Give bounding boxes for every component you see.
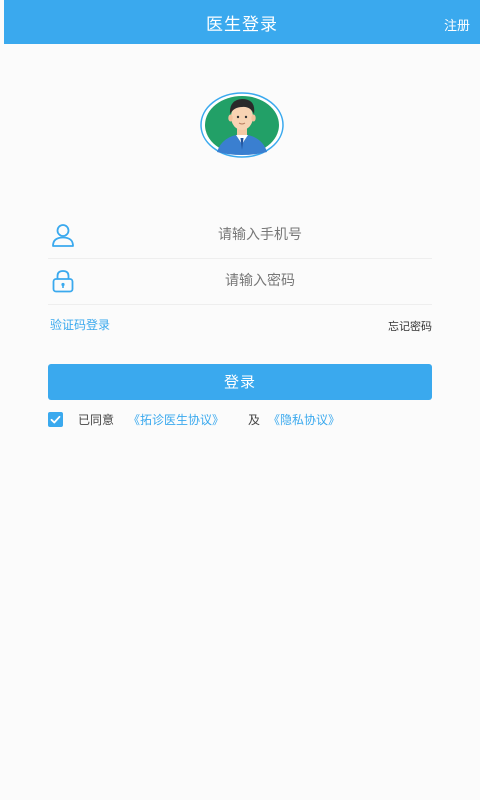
phone-input[interactable] bbox=[88, 222, 432, 248]
doctor-avatar-icon bbox=[200, 92, 284, 158]
password-input[interactable] bbox=[88, 268, 432, 294]
register-link[interactable]: 注册 bbox=[444, 15, 470, 34]
login-page: 医生登录 注册 请输入手机号 验证码登录 忘记密码 登录 已同意 《拓诊医生协议… bbox=[0, 0, 480, 800]
doctor-agreement-link[interactable]: 《拓诊医生协议》 bbox=[128, 411, 224, 428]
agree-and-text: 及 bbox=[248, 413, 261, 427]
agree-checkbox[interactable] bbox=[48, 412, 63, 427]
forgot-password-link[interactable]: 忘记密码 bbox=[388, 318, 432, 334]
privacy-agreement-link[interactable]: 《隐私协议》 bbox=[268, 411, 340, 428]
agree-prefix-text: 已同意 bbox=[78, 413, 115, 427]
page-title: 医生登录 bbox=[206, 15, 278, 35]
header-bar: 医生登录 注册 bbox=[4, 0, 480, 44]
password-row bbox=[48, 260, 432, 305]
phone-row bbox=[48, 214, 432, 259]
user-icon bbox=[50, 222, 76, 248]
login-button[interactable]: 登录 bbox=[48, 364, 432, 400]
check-icon bbox=[50, 415, 61, 424]
sms-login-link[interactable]: 验证码登录 bbox=[50, 316, 110, 333]
lock-icon bbox=[50, 268, 76, 294]
